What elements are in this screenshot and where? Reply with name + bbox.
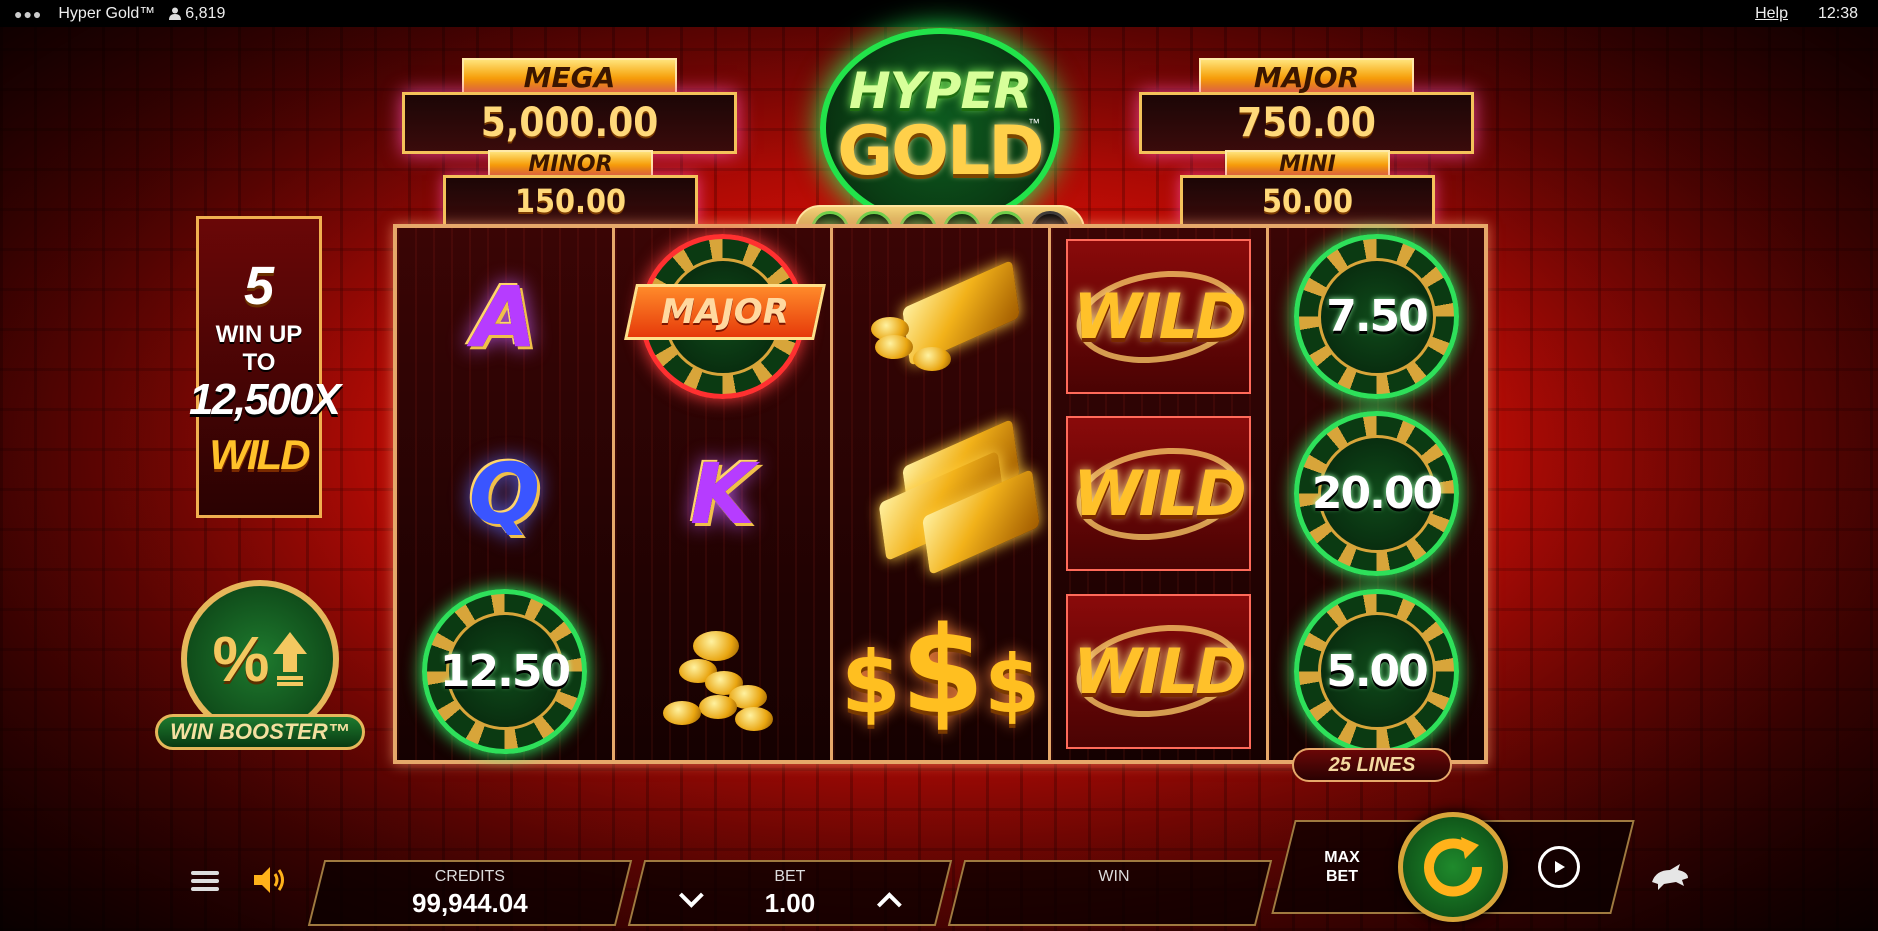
reel-3-row-2: [833, 405, 1048, 582]
gold-coins-symbol: [643, 611, 803, 732]
chevron-down-icon: [678, 892, 704, 908]
cash-chip: 7.50: [1294, 234, 1459, 400]
help-link[interactable]: Help: [1755, 5, 1788, 23]
turbo-icon: [1652, 864, 1688, 890]
win-booster-button[interactable]: % WIN BOOSTER™: [155, 580, 365, 755]
percent-arrow-icon: %: [212, 623, 270, 695]
reel-2-row-1: MAJOR: [615, 228, 830, 405]
promo-wild: WILD: [209, 431, 310, 478]
reel-2-row-2: K: [615, 405, 830, 582]
jackpot-mega: MEGA 5,000.00: [402, 58, 737, 154]
reel-1-row-2: Q: [397, 405, 612, 582]
jackpot-mini-label: MINI: [1225, 150, 1390, 178]
reel-3-row-1: [833, 228, 1048, 405]
dollar-scatter-symbol: $$$: [840, 601, 1040, 741]
promo-line-1: WIN UP TO: [215, 321, 303, 376]
jackpot-minor: MINOR 150.00: [443, 150, 698, 227]
top-bar: ●●● Hyper Gold™ 6,819 Help 12:38: [0, 0, 1878, 27]
sound-icon[interactable]: [250, 864, 290, 896]
spin-button[interactable]: [1398, 812, 1508, 922]
credits-value: 99,944.04: [412, 888, 528, 918]
wild-label: WILD: [1073, 280, 1246, 354]
cash-chip-value: 20.00: [1311, 468, 1443, 520]
reel-3-row-3: $$$: [833, 583, 1048, 760]
gold-bars-symbol: [861, 418, 1040, 576]
player-count: 6,819: [169, 5, 225, 23]
major-jackpot-chip: MAJOR: [624, 234, 826, 400]
wild-label: WILD: [1073, 634, 1246, 708]
win-label: WIN: [1098, 868, 1130, 885]
gold-bar-symbol: [861, 257, 1021, 377]
game-title: Hyper Gold™: [58, 4, 156, 22]
reel-4-row-1: WILD: [1051, 228, 1266, 405]
player-count-value: 6,819: [185, 4, 226, 22]
autoplay-icon: [1555, 861, 1565, 873]
reel-1: A Q 12.50: [397, 228, 615, 760]
jackpot-minor-value: 150.00: [443, 175, 698, 227]
cash-chip: 5.00: [1294, 588, 1459, 754]
symbol-a: A: [471, 267, 537, 366]
reel-2: MAJOR K: [615, 228, 833, 760]
jackpot-mini: MINI 50.00: [1180, 150, 1435, 227]
cash-chip-value: 7.50: [1326, 291, 1429, 343]
wild-symbol: WILD: [1066, 239, 1251, 395]
clock: 12:38: [1817, 4, 1858, 22]
cash-chip-value: 12.50: [439, 645, 571, 697]
reel-5-row-1: 7.50: [1269, 228, 1484, 405]
promo-count: 5: [243, 256, 275, 316]
autoplay-button[interactable]: [1538, 846, 1580, 888]
cash-chip-value: 5.00: [1326, 645, 1429, 697]
reel-1-row-1: A: [397, 228, 612, 405]
jackpot-mega-value: 5,000.00: [402, 92, 737, 154]
wild-symbol: WILD: [1066, 593, 1251, 749]
chevron-up-icon: [876, 892, 902, 908]
cash-chip: 12.50: [422, 588, 587, 754]
max-bet-button[interactable]: MAX BET: [1320, 848, 1364, 886]
bet-increase-button[interactable]: [876, 884, 902, 915]
jackpot-major-value: 750.00: [1139, 92, 1474, 154]
credits-label: CREDITS: [434, 868, 505, 885]
reel-2-row-3: [615, 583, 830, 760]
turbo-button[interactable]: [1650, 860, 1690, 900]
menu-dots-icon[interactable]: ●●●: [14, 6, 42, 22]
symbol-k: K: [689, 444, 756, 543]
reel-3: $$$: [833, 228, 1051, 760]
paylines-badge: 25 LINES: [1292, 748, 1452, 782]
jackpot-mini-value: 50.00: [1180, 175, 1435, 227]
user-icon: [169, 7, 182, 20]
wild-symbol: WILD: [1066, 416, 1251, 572]
reel-4: WILD WILD WILD: [1051, 228, 1269, 760]
win-panel: WIN: [947, 860, 1273, 926]
logo-trademark: ™: [1028, 116, 1040, 130]
reel-5-row-3: 5.00: [1269, 583, 1484, 760]
win-booster-label: WIN BOOSTER™: [155, 714, 365, 750]
jackpot-minor-label: MINOR: [488, 150, 653, 178]
up-arrow-icon: [273, 632, 308, 686]
spin-icon: [1424, 837, 1483, 897]
cash-chip: 20.00: [1294, 411, 1459, 577]
reel-4-row-2: WILD: [1051, 405, 1266, 582]
bet-panel: BET 1.00: [627, 860, 953, 926]
jackpot-major: MAJOR 750.00: [1139, 58, 1474, 154]
major-banner-label: MAJOR: [661, 292, 789, 333]
reel-window: A Q 12.50 MAJOR K $$$ WILD WILD WILD 7.5…: [393, 224, 1488, 764]
game-logo: HYPER GOLD ™: [820, 28, 1060, 228]
jackpot-mega-label: MEGA: [462, 58, 677, 96]
reel-1-row-3: 12.50: [397, 583, 612, 760]
menu-icon[interactable]: [188, 866, 222, 896]
reel-4-row-3: WILD: [1051, 583, 1266, 760]
jackpot-major-label: MAJOR: [1199, 58, 1414, 96]
major-banner: MAJOR: [624, 284, 826, 341]
promo-line-2: 12,500X: [189, 375, 341, 424]
logo-line-2: GOLD: [837, 112, 1044, 191]
reel-5: 7.50 20.00 5.00: [1269, 228, 1484, 760]
credits-panel: CREDITS 99,944.04: [307, 860, 633, 926]
wild-promo-panel: 5 WIN UP TO 12,500X WILD: [189, 216, 341, 518]
reel-5-row-2: 20.00: [1269, 405, 1484, 582]
symbol-q: Q: [468, 444, 541, 543]
wild-label: WILD: [1073, 457, 1246, 531]
bet-decrease-button[interactable]: [678, 884, 704, 915]
